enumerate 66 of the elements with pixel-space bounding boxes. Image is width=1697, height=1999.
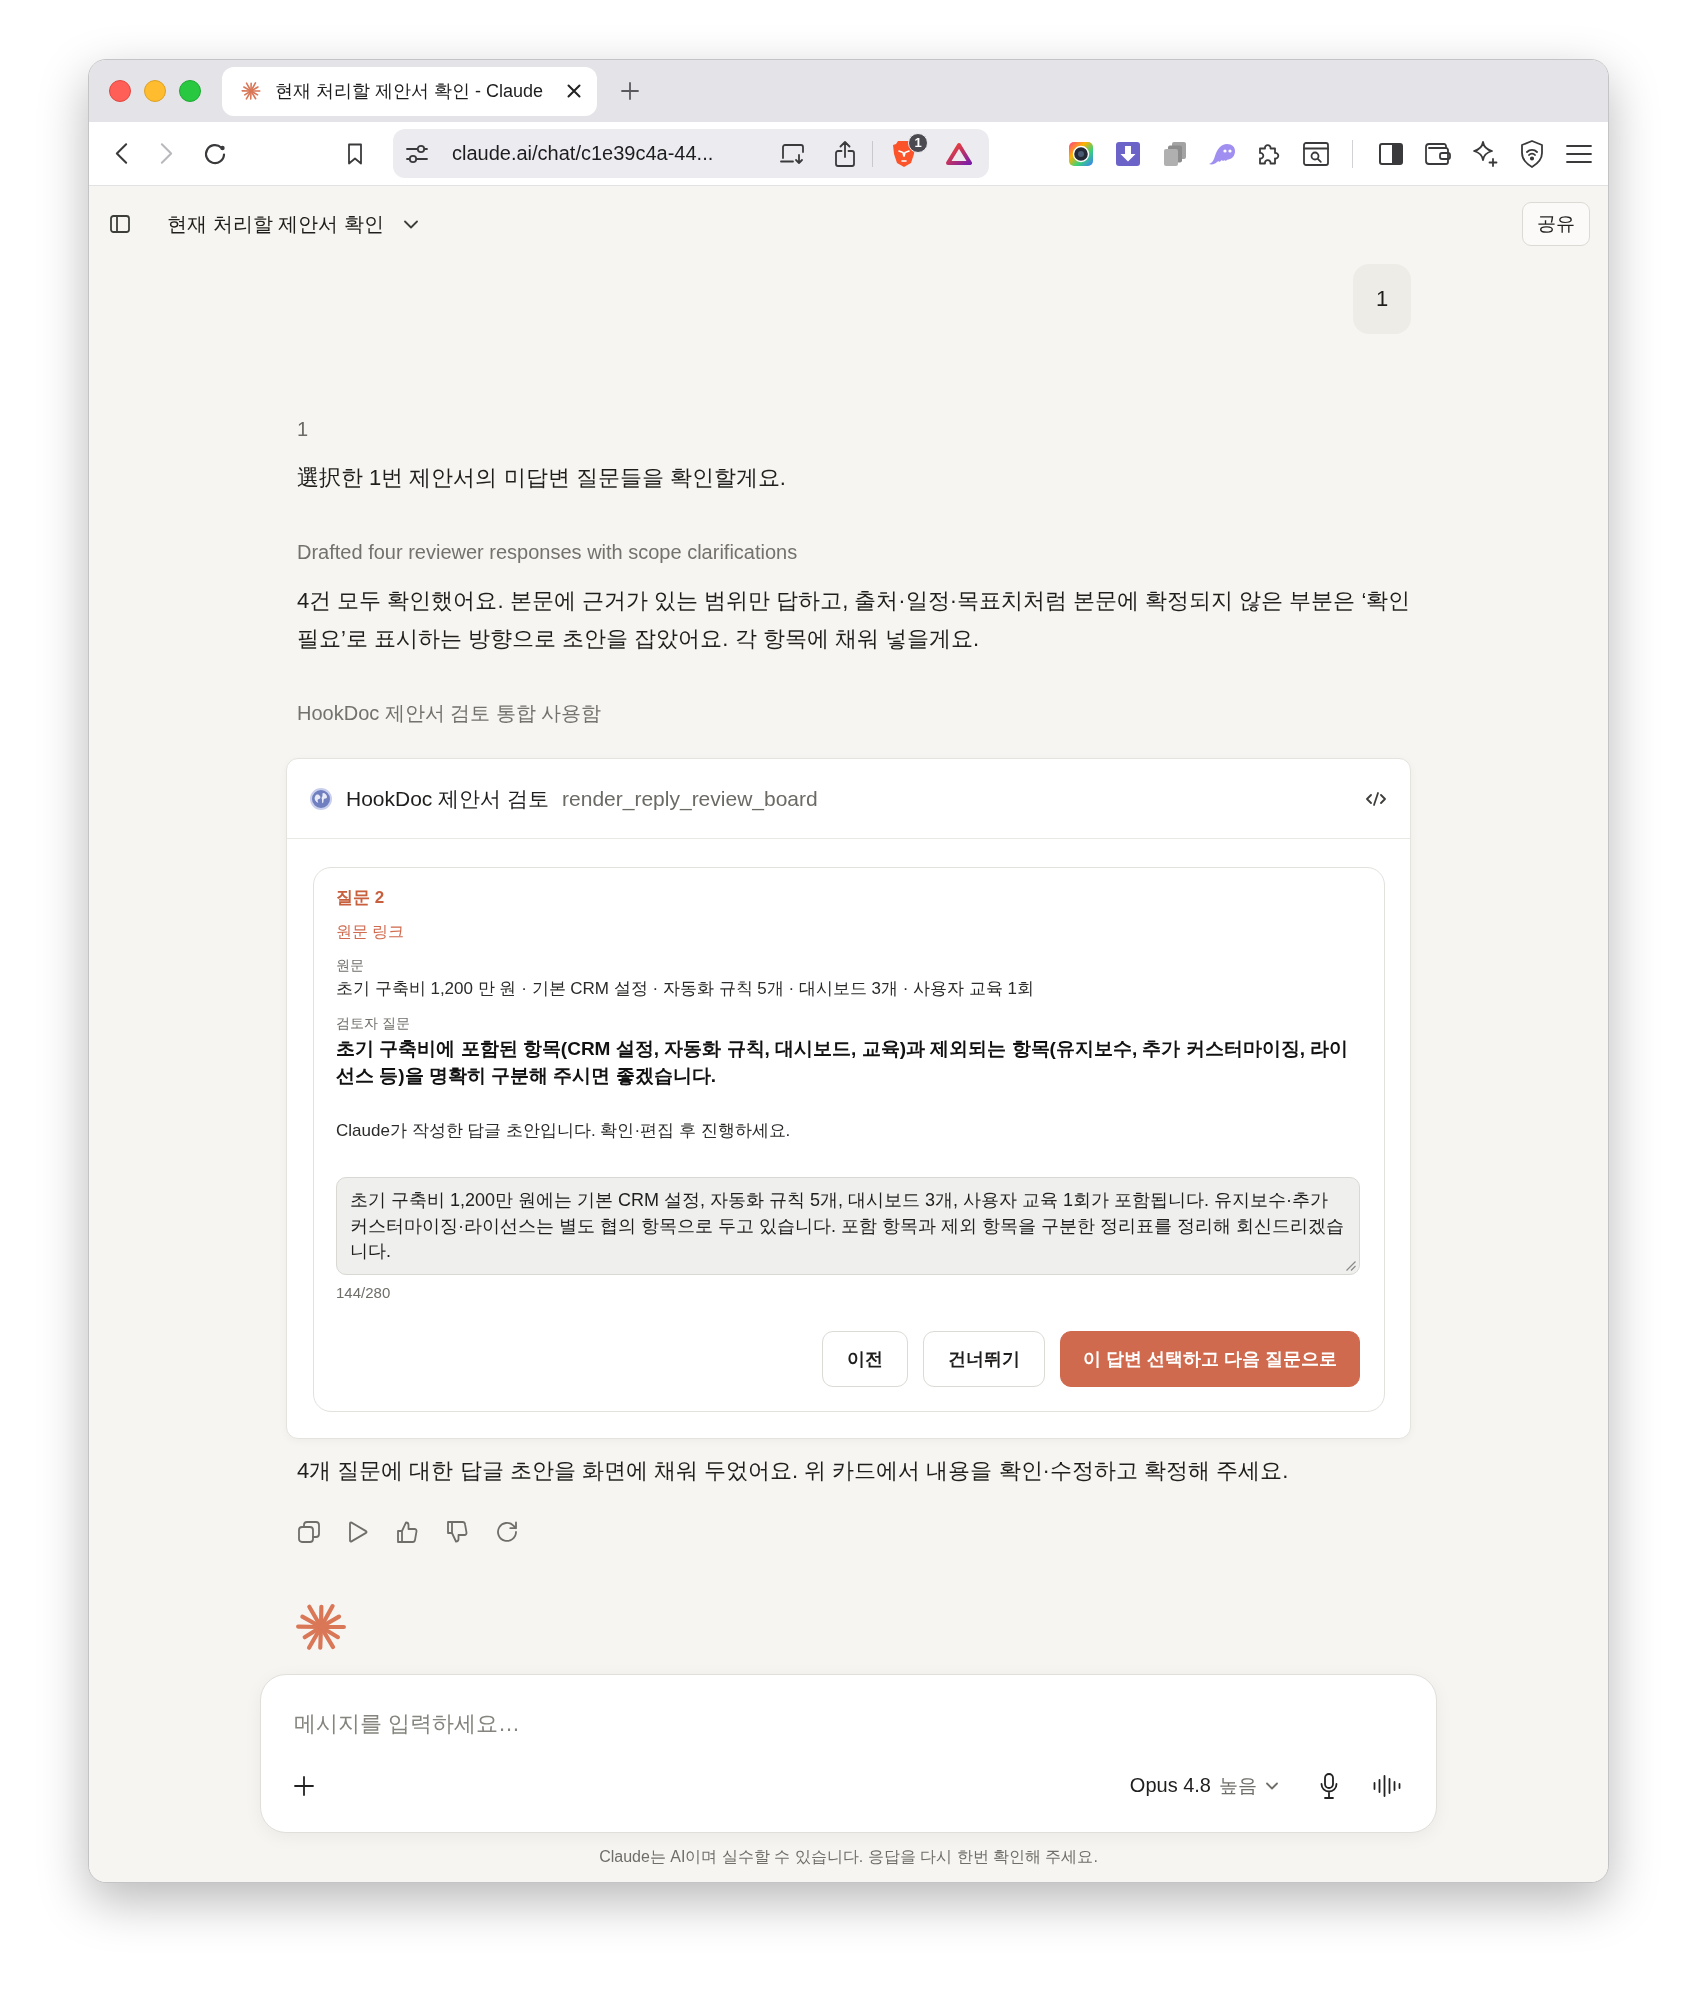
share-icon[interactable] xyxy=(835,140,855,167)
ghost-icon[interactable] xyxy=(1207,142,1236,165)
field-label: 검토자 질문 xyxy=(336,1014,410,1033)
code-icon[interactable] xyxy=(1366,791,1386,806)
retry-icon[interactable] xyxy=(496,1520,518,1543)
field-value: 초기 구축비에 포함된 항목(CRM 설정, 자동화 규칙, 대시보드, 교육)과 제외되는 항목(유지보수, 추가 커스터마이징, 라이선스 등)을 명확히 구분해 주시면 좋겠습니다. xyxy=(336,1037,1350,1088)
step-summary: Drafted four reviewer responses with scope clarifications xyxy=(296,540,799,565)
back-icon[interactable] xyxy=(115,142,128,165)
message-text: 4개 질문에 대한 답글 초안을 화면에 채워 두었어요. 위 카드에서 내용을 확인·수정하고 확정해 주세요. xyxy=(296,1456,1290,1485)
shield-icon[interactable] xyxy=(1519,139,1544,168)
character-count: 144/280 xyxy=(336,1282,391,1303)
close-icon[interactable] xyxy=(567,84,581,98)
triangle-icon[interactable] xyxy=(946,141,972,166)
message-input[interactable]: 메시지를 입력하세요… xyxy=(294,1708,1401,1739)
window-search-icon[interactable] xyxy=(1302,141,1329,166)
action-button[interactable]: 이전 xyxy=(822,1330,908,1387)
thumbs-down-icon[interactable] xyxy=(446,1520,468,1543)
menu-icon[interactable] xyxy=(1565,143,1592,164)
disclaimer-text: Claude는 AI이며 실수할 수 있습니다. 응답을 다시 한번 확인해 주세요. xyxy=(598,1846,1099,1867)
notification-badge: 1 xyxy=(908,132,928,153)
waveform-icon[interactable] xyxy=(1373,1774,1401,1797)
message-label: 1 xyxy=(296,417,310,442)
new-tab-icon[interactable] xyxy=(621,82,639,100)
action-button[interactable]: 건너뛰기 xyxy=(923,1330,1045,1387)
chevron-down-icon xyxy=(403,219,418,229)
message-text: 4건 모두 확인했어요. 본문에 근거가 있는 범위만 답하고, 출처·일정·목표치처럼 본문에 확정되지 않은 부분은 ‘확인 필요’로 표시하는 방향으로 초안을 잡았어요. 각 항목에 채워 넣을게요. xyxy=(296,587,1411,653)
screen-download-icon[interactable] xyxy=(780,142,806,165)
action-button[interactable]: 이 답변 선택하고 다음 질문으로 xyxy=(1060,1330,1360,1387)
url-text: claude.ai/chat/c1e39c4a-44... xyxy=(452,142,714,165)
sidebar-toggle-icon[interactable] xyxy=(110,215,130,233)
conversation-title-button[interactable]: 현재 처리할 제안서 확인 xyxy=(167,210,418,238)
reload-icon[interactable] xyxy=(203,141,227,166)
tool-app-name: HookDoc 제안서 검토 xyxy=(346,785,550,812)
copy-icon[interactable] xyxy=(298,1520,320,1543)
play-icon[interactable] xyxy=(348,1520,368,1543)
chevron-down-icon xyxy=(1266,1781,1278,1790)
draft-note: Claude가 작성한 답글 초안입니다. 확인·편집 후 진행하세요. xyxy=(336,1120,791,1142)
user-message: 1 xyxy=(1353,264,1411,334)
download-icon[interactable] xyxy=(1115,141,1140,166)
field-label: 원문 xyxy=(336,956,364,975)
sparkle-icon[interactable] xyxy=(1471,140,1498,167)
question-heading: 질문 2 xyxy=(336,887,385,909)
browser-tab[interactable]: 현재 처리할 제안서 확인 - Claude xyxy=(222,66,597,116)
reply-textarea[interactable]: 초기 구축비 1,200만 원에는 기본 CRM 설정, 자동화 규칙 5개, 대시보드 3개, 사용자 교육 1회가 포함됩니다. 유지보수·추가 커스터마이징·라이선스는 별도 협의 항목으로 두고 있습니다. 포함 항목과 제외 항목을 구분한 정리표를 정리해 회신드리겠습니다. xyxy=(336,1177,1360,1275)
source-link[interactable]: 원문 링크 xyxy=(336,921,405,943)
globe-icon xyxy=(310,787,332,810)
share-button[interactable]: 공유 xyxy=(1522,202,1590,246)
puzzle-icon[interactable] xyxy=(1256,141,1281,166)
sidebar-icon[interactable] xyxy=(1378,142,1403,165)
tool-function-name: render_reply_review_board xyxy=(562,786,818,811)
address-bar[interactable]: claude.ai/chat/c1e39c4a-44... 1 xyxy=(393,129,989,178)
bookmark-icon[interactable] xyxy=(347,142,363,165)
microphone-icon[interactable] xyxy=(1320,1772,1338,1799)
resize-handle-icon[interactable] xyxy=(1346,1260,1356,1271)
lens-icon[interactable] xyxy=(1068,141,1093,166)
message-text: 選択한 1번 제안서의 미답변 질문들을 확인할게요. xyxy=(296,464,787,492)
documents-icon[interactable] xyxy=(1162,140,1187,167)
plus-icon[interactable] xyxy=(294,1775,314,1796)
thumbs-up-icon[interactable] xyxy=(396,1520,418,1543)
step-summary: HookDoc 제안서 검토 통합 사용함 xyxy=(296,701,603,726)
starburst-icon xyxy=(241,81,261,101)
close-window-button[interactable] xyxy=(109,80,131,102)
model-selector[interactable]: Opus 4.8 높음 xyxy=(1129,1772,1278,1799)
wallet-icon[interactable] xyxy=(1424,142,1451,165)
field-value: 초기 구축비 1,200 만 원 · 기본 CRM 설정 · 자동화 규칙 5개 · 대시보드 3개 · 사용자 교육 1회 xyxy=(336,978,1034,1000)
sliders-icon[interactable] xyxy=(406,143,428,164)
